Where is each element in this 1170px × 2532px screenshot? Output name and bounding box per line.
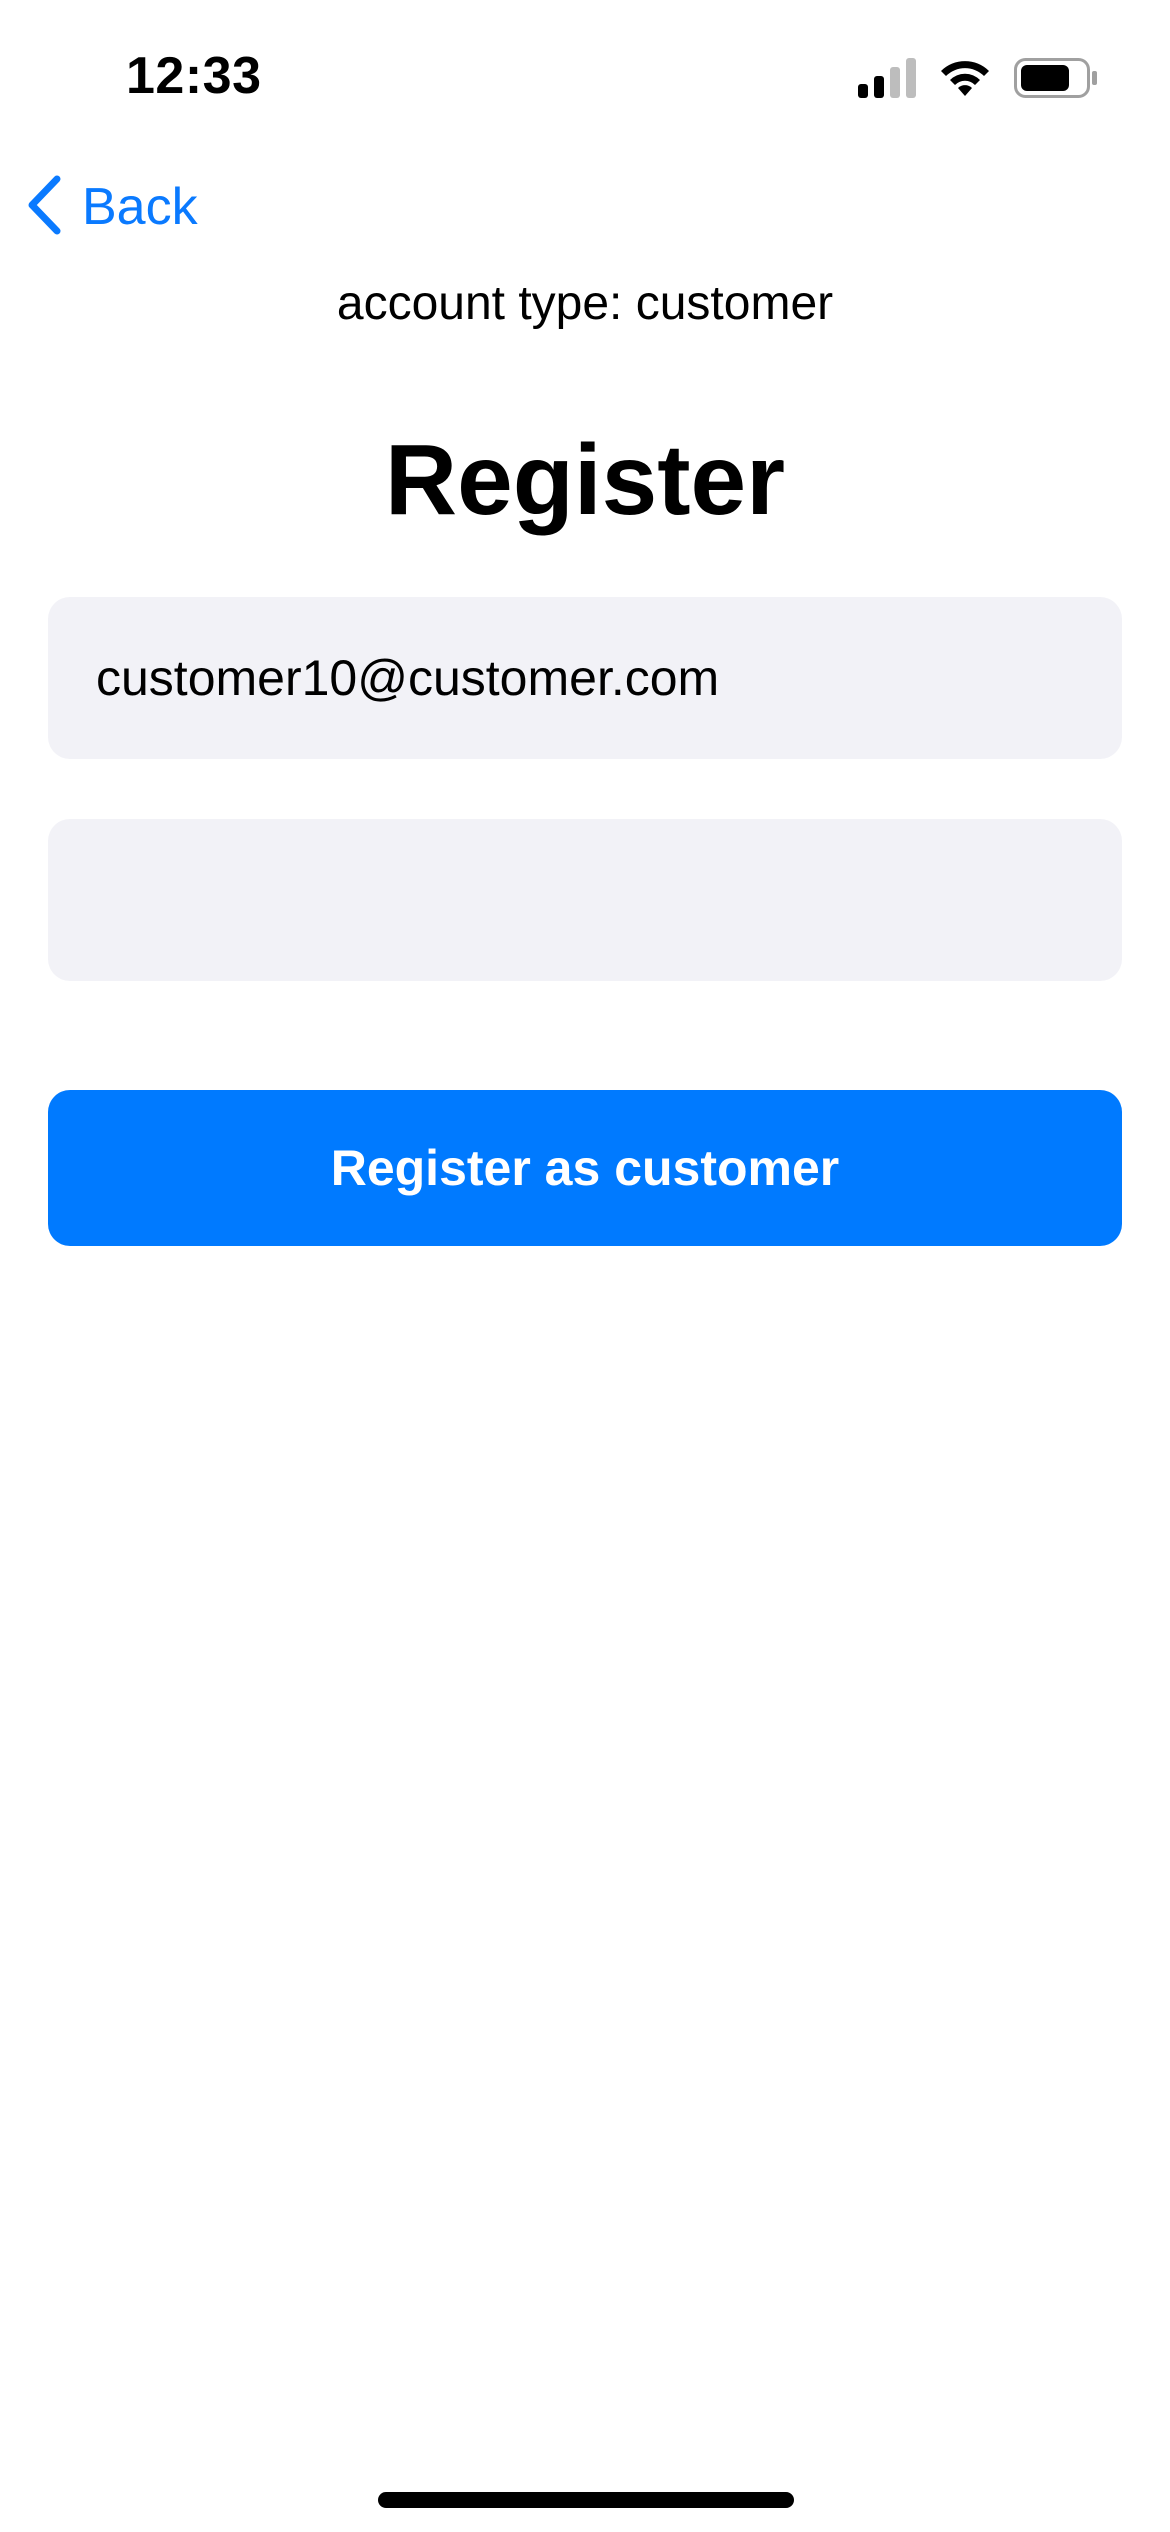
status-time: 12:33 [126, 47, 262, 105]
wifi-icon [938, 58, 992, 103]
password-field[interactable] [48, 819, 1122, 981]
account-type-label: account type: customer [336, 277, 834, 330]
battery-icon [1014, 57, 1098, 103]
password-input[interactable] [96, 819, 1122, 981]
home-indicator [378, 2492, 794, 2508]
email-input[interactable] [96, 597, 1122, 759]
back-button-label: Back [82, 178, 198, 236]
email-field[interactable] [48, 597, 1122, 759]
register-button[interactable]: Register as customer [48, 1090, 1122, 1246]
page-title: Register [384, 424, 786, 536]
status-bar: 12:33 [0, 0, 1170, 150]
status-icons [858, 57, 1098, 103]
chevron-left-icon [24, 174, 64, 241]
back-button[interactable]: Back [24, 172, 198, 242]
cellular-signal-icon [858, 57, 916, 103]
